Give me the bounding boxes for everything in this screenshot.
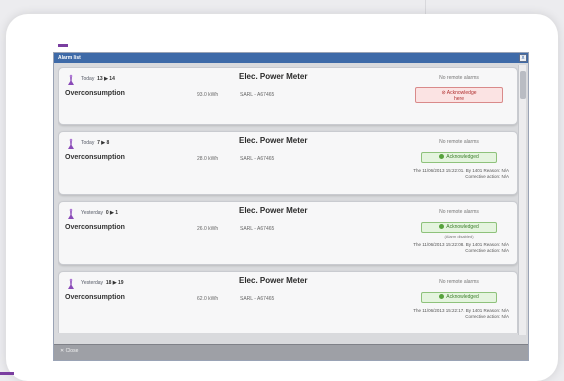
- alarm-value: 26.0 kWh: [197, 226, 219, 232]
- meter-name: Elec. Power Meter: [239, 206, 308, 215]
- acknowledge-detail: The 11/06/2013 15:22:01. By 1401 Reason:…: [413, 168, 509, 180]
- alarm-time: Yesterday 18 ▶ 19: [81, 280, 124, 286]
- alarm-value: 62.0 kWh: [197, 296, 219, 302]
- accent-mark: [0, 372, 14, 375]
- alarm-value: 28.0 kWh: [197, 156, 219, 162]
- alarm-disabled-note: (Alarm disabled): [444, 234, 474, 239]
- alarm-list-window: Alarm list x Today 13 ▶ 14 Elec. Power M…: [53, 52, 529, 361]
- acknowledged-badge: Acknowledged: [421, 222, 497, 233]
- alarm-card: Today 7 ▶ 8 Elec. Power Meter Overconsum…: [58, 131, 518, 195]
- meter-pin-icon: [68, 138, 74, 149]
- accent-mark: [58, 44, 68, 47]
- alarm-type: Overconsumption: [65, 224, 125, 231]
- window-title: Alarm list: [58, 55, 81, 61]
- window-titlebar: Alarm list x: [54, 53, 528, 63]
- window-footer: ✕ Close: [54, 344, 528, 360]
- remote-alarms-status: No remote alarms: [439, 75, 479, 81]
- alarm-time: Today 7 ▶ 8: [81, 140, 110, 146]
- check-dot-icon: [439, 154, 445, 160]
- meter-name: Elec. Power Meter: [239, 136, 308, 145]
- vertical-scrollbar[interactable]: [518, 65, 526, 335]
- acknowledged-label: Acknowledged: [446, 294, 479, 300]
- acknowledge-detail: The 11/06/2013 15:22:08. By 1401 Reason:…: [413, 242, 509, 254]
- alarm-time: Today 13 ▶ 14: [81, 76, 115, 82]
- background-divider: [425, 0, 426, 14]
- remote-alarms-status: No remote alarms: [439, 279, 479, 285]
- meter-pin-icon: [68, 74, 74, 85]
- close-icon[interactable]: x: [519, 54, 527, 62]
- remote-alarms-status: No remote alarms: [439, 139, 479, 145]
- alarm-card: Today 13 ▶ 14 Elec. Power Meter Overcons…: [58, 67, 518, 125]
- alarm-reference: SARL - A67465: [240, 226, 275, 232]
- acknowledge-button[interactable]: ⊘ Acknowledge here: [415, 87, 503, 103]
- close-button[interactable]: ✕ Close: [60, 348, 78, 354]
- alarm-type: Overconsumption: [65, 154, 125, 161]
- alarm-list: Today 13 ▶ 14 Elec. Power Meter Overcons…: [58, 67, 518, 333]
- check-dot-icon: [439, 294, 445, 300]
- alarm-reference: SARL - A67465: [240, 296, 275, 302]
- alarm-reference: SARL - A67465: [240, 156, 275, 162]
- corrective-action-line: Corrective action: N/A: [465, 314, 509, 319]
- alarm-time: Yesterday 0 ▶ 1: [81, 210, 119, 216]
- meter-name: Elec. Power Meter: [239, 72, 308, 81]
- remote-alarms-status: No remote alarms: [439, 209, 479, 215]
- alarm-card: Yesterday 0 ▶ 1 Elec. Power Meter Overco…: [58, 201, 518, 265]
- acknowledge-label-sub: here: [453, 96, 464, 102]
- alarm-value: 93.0 kWh: [197, 92, 219, 98]
- alarm-reference: SARL - A67465: [240, 92, 275, 98]
- acknowledged-label: Acknowledged: [446, 224, 479, 230]
- alarm-type: Overconsumption: [65, 294, 125, 301]
- corrective-action-line: Corrective action: N/A: [465, 248, 509, 253]
- acknowledged-label: Acknowledged: [446, 154, 479, 160]
- acknowledged-badge: Acknowledged: [421, 152, 497, 163]
- alarm-card: Yesterday 18 ▶ 19 Elec. Power Meter Over…: [58, 271, 518, 333]
- meter-pin-icon: [68, 278, 74, 289]
- check-dot-icon: [439, 224, 445, 230]
- acknowledged-badge: Acknowledged: [421, 292, 497, 303]
- meter-pin-icon: [68, 208, 74, 219]
- meter-name: Elec. Power Meter: [239, 276, 308, 285]
- alarm-type: Overconsumption: [65, 90, 125, 97]
- corrective-action-line: Corrective action: N/A: [465, 174, 509, 179]
- scrollbar-thumb[interactable]: [520, 71, 526, 99]
- acknowledge-detail: The 11/06/2013 15:22:17. By 1401 Reason:…: [413, 308, 509, 320]
